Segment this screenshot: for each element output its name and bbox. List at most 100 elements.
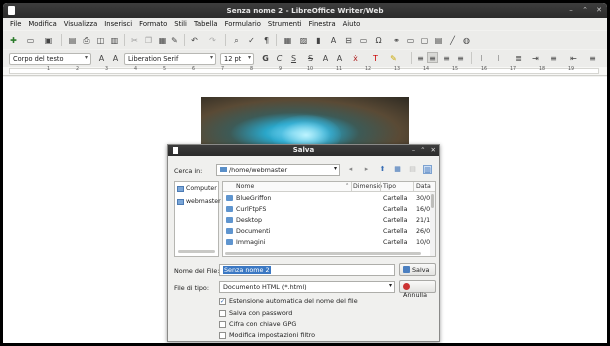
maximize-icon[interactable]: ⌃	[581, 6, 589, 15]
file-row[interactable]: Documenti Cartella 26/0	[223, 226, 435, 237]
align-center-icon[interactable]: ≡	[427, 52, 438, 63]
menu-formulario[interactable]: Formulario	[222, 18, 265, 30]
track-changes-icon[interactable]: ▤	[433, 35, 444, 46]
menu-aiuto[interactable]: Aiuto	[340, 18, 365, 30]
minimize-icon[interactable]: –	[567, 6, 575, 15]
save-button[interactable]: Salva	[399, 263, 436, 276]
italic-icon[interactable]: C	[274, 53, 285, 64]
column-date[interactable]: Data	[416, 183, 431, 190]
option-edit-filter-settings[interactable]: Modifica impostazioni filtro	[219, 331, 315, 339]
line-icon[interactable]: ╱	[447, 35, 458, 46]
superscript-icon[interactable]: A	[320, 53, 331, 64]
align-right-icon[interactable]: ≡	[441, 53, 452, 64]
checkbox[interactable]	[219, 320, 226, 328]
update-style-icon[interactable]: A	[96, 53, 107, 64]
insert-field-icon[interactable]: ▭	[358, 35, 369, 46]
file-row[interactable]: Immagini Cartella 10/0	[223, 237, 435, 248]
horizontal-ruler[interactable]: 1 2 3 4 5 6 7 8 9 10 11 12 13 14 15 16 1…	[3, 67, 607, 76]
bold-icon[interactable]: G	[260, 53, 271, 64]
option-gpg-encrypt[interactable]: Cifra con chiave GPG	[219, 320, 296, 328]
basic-shapes-icon[interactable]: ◍	[461, 35, 472, 46]
redo-icon[interactable]: ↷	[207, 35, 218, 46]
web-view-icon[interactable]: ◫	[95, 35, 106, 46]
detail-view-icon[interactable]: ▥	[423, 165, 432, 174]
comment-icon[interactable]: ▢	[419, 35, 430, 46]
print-icon[interactable]: ⎙	[81, 35, 92, 46]
forward-icon[interactable]: ▸	[362, 165, 371, 174]
hyperlink-icon[interactable]: ⚭	[391, 35, 402, 46]
subscript-icon[interactable]: A	[334, 53, 345, 64]
checkbox-checked[interactable]: ✓	[219, 297, 226, 305]
file-name-input[interactable]: Senza nome 2	[219, 264, 395, 276]
paragraph-style-combo[interactable]: Corpo del testo ▾	[9, 53, 91, 65]
find-replace-icon[interactable]: ⌕	[231, 35, 242, 46]
close-icon[interactable]: ✕	[431, 146, 436, 154]
bullets-icon[interactable]: ⁝	[476, 53, 487, 64]
file-list-vertical-scrollbar[interactable]	[430, 192, 435, 256]
file-type-select[interactable]: Documento HTML (*.html) ▾	[219, 281, 395, 293]
column-size[interactable]: Dimensio	[353, 183, 382, 190]
new-folder-icon[interactable]: ▦	[393, 165, 402, 174]
save-icon[interactable]: ▣	[43, 35, 54, 46]
minimize-icon[interactable]: –	[412, 146, 415, 154]
highlight-icon[interactable]: ✎	[388, 53, 399, 64]
indent-icon[interactable]: ≡	[587, 53, 598, 64]
option-save-password[interactable]: Salva con password	[219, 309, 292, 317]
maximize-icon[interactable]: ⌃	[420, 146, 425, 154]
open-icon[interactable]: ▭	[25, 35, 36, 46]
insert-image-icon[interactable]: ▨	[298, 35, 309, 46]
column-name[interactable]: Nome	[236, 183, 254, 190]
new-document-icon[interactable]: ✚	[8, 35, 19, 46]
option-auto-extension[interactable]: ✓ Estensione automatica del nome del fil…	[219, 297, 358, 305]
undo-icon[interactable]: ↶	[189, 35, 200, 46]
clear-formatting-icon[interactable]: ẋ	[350, 53, 361, 64]
list-view-icon[interactable]: ▤	[408, 165, 417, 174]
close-icon[interactable]: ✕	[595, 6, 603, 15]
menu-inserisci[interactable]: Inserisci	[101, 18, 136, 30]
cut-icon[interactable]: ✂	[129, 35, 140, 46]
underline-icon[interactable]: S	[288, 53, 299, 64]
footnote-icon[interactable]: ▭	[405, 35, 416, 46]
menu-tabella[interactable]: Tabella	[191, 18, 222, 30]
print-preview-icon[interactable]: ▥	[109, 35, 120, 46]
line-spacing-icon[interactable]: ≣	[513, 53, 524, 64]
menu-visualizza[interactable]: Visualizza	[61, 18, 101, 30]
font-size-combo[interactable]: 12 pt ▾	[220, 53, 254, 65]
look-in-combo[interactable]: /home/webmaster ▾	[216, 164, 340, 176]
menu-stili[interactable]: Stili	[171, 18, 191, 30]
insert-table-icon[interactable]: ▦	[282, 35, 293, 46]
checkbox[interactable]	[219, 309, 226, 317]
checkbox[interactable]	[219, 331, 226, 339]
paste-icon[interactable]: ▦	[157, 35, 168, 46]
increase-indent-icon[interactable]: ⇥	[530, 53, 541, 64]
back-icon[interactable]: ◂	[346, 165, 355, 174]
align-left-icon[interactable]: ≡	[415, 53, 426, 64]
menu-formato[interactable]: Formato	[136, 18, 171, 30]
place-webmaster[interactable]: webmaster	[177, 198, 221, 205]
special-character-icon[interactable]: Ω	[373, 35, 384, 46]
menu-strumenti[interactable]: Strumenti	[265, 18, 306, 30]
file-row[interactable]: Desktop Cartella 21/1	[223, 215, 435, 226]
cancel-button[interactable]: Annulla	[399, 280, 436, 299]
clone-formatting-icon[interactable]: ✎	[169, 35, 180, 46]
file-list-horizontal-scrollbar[interactable]	[225, 252, 421, 255]
new-style-icon[interactable]: A	[110, 53, 121, 64]
file-row[interactable]: BlueGriffon Cartella 30/0	[223, 193, 435, 204]
menu-modifica[interactable]: Modifica	[25, 18, 60, 30]
justify-icon[interactable]: ≡	[455, 53, 466, 64]
file-row[interactable]: CurlFtpFS Cartella 16/0	[223, 204, 435, 215]
decrease-indent-icon[interactable]: ⇤	[568, 53, 579, 64]
menu-finestra[interactable]: Finestra	[306, 18, 340, 30]
place-computer[interactable]: Computer	[177, 185, 217, 192]
paragraph-spacing-icon[interactable]: ≡	[548, 53, 559, 64]
parent-folder-icon[interactable]: ⬆	[378, 165, 387, 174]
export-pdf-icon[interactable]: ▤	[67, 35, 78, 46]
spelling-icon[interactable]: ✓	[246, 35, 257, 46]
menu-file[interactable]: File	[7, 18, 25, 30]
strikethrough-icon[interactable]: S	[305, 53, 316, 64]
places-scrollbar[interactable]	[178, 250, 215, 253]
copy-icon[interactable]: ❐	[143, 35, 154, 46]
font-name-combo[interactable]: Liberation Serif ▾	[124, 53, 216, 65]
font-color-icon[interactable]: T	[370, 53, 381, 64]
insert-chart-icon[interactable]: ▮	[313, 35, 324, 46]
